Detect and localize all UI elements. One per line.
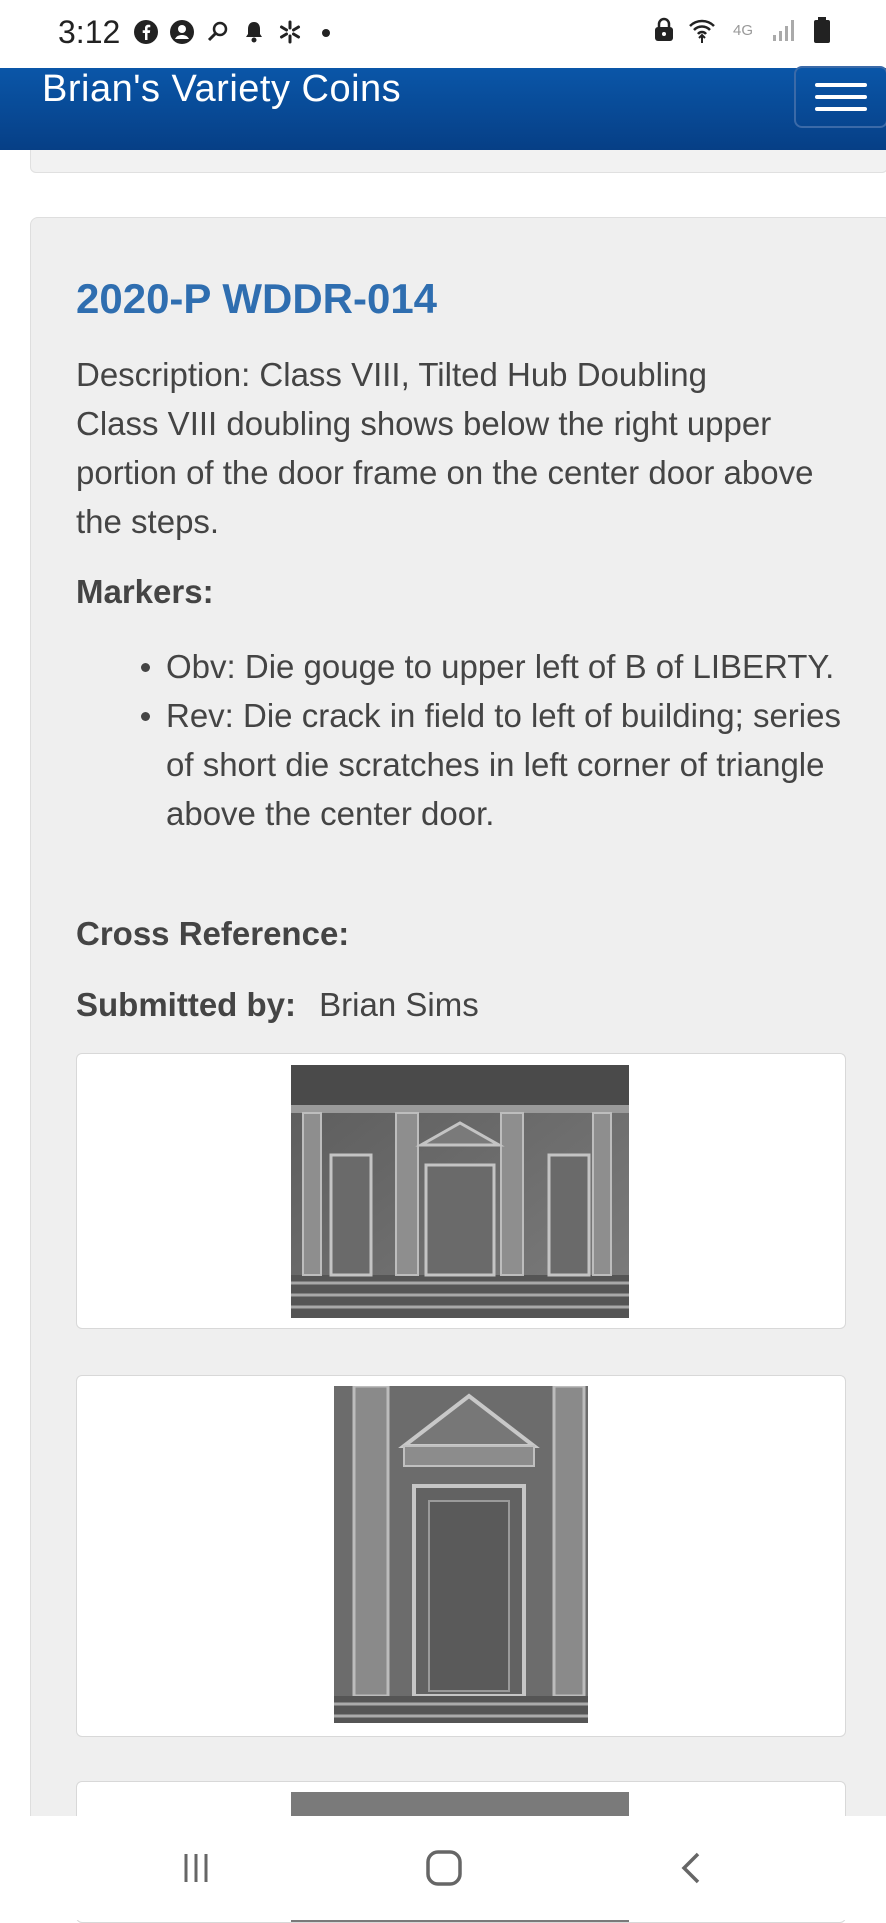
recents-button[interactable] [166, 1846, 226, 1890]
hamburger-menu-button[interactable] [794, 66, 886, 128]
status-icons-left [132, 18, 340, 46]
collapsed-panel [30, 150, 886, 173]
back-button[interactable] [662, 1846, 722, 1890]
description-heading: Description: Class VIII, Tilted Hub Doub… [76, 356, 707, 393]
bell-icon [240, 18, 268, 46]
image-card-1 [76, 1053, 846, 1329]
network-4g-icon: 4G [732, 21, 753, 39]
status-bar: 3:12 4G [0, 0, 886, 68]
site-brand-link[interactable]: Brian's Variety Coins [42, 68, 401, 111]
android-nav-bar [0, 1816, 886, 1920]
center-door-photo[interactable] [334, 1386, 588, 1723]
signal-icon [770, 16, 798, 44]
status-time: 3:12 [58, 14, 121, 50]
recents-icon [184, 1854, 208, 1882]
hamburger-menu-icon-bar [815, 107, 867, 111]
dot-icon [312, 18, 340, 46]
submitted-label: Submitted by: [76, 986, 296, 1023]
account-icon [168, 18, 196, 46]
search-icon [204, 18, 232, 46]
home-button[interactable] [414, 1846, 474, 1890]
submitted-value: Brian Sims [319, 986, 479, 1023]
description-text: Class VIII doubling shows below the righ… [76, 405, 814, 540]
reverse-building-photo[interactable] [291, 1065, 629, 1318]
variety-description: Description: Class VIII, Tilted Hub Doub… [76, 350, 836, 546]
back-icon [681, 1852, 700, 1884]
home-icon [426, 1850, 462, 1886]
variety-title: 2020-P WDDR-014 [76, 275, 438, 322]
battery-icon [808, 16, 836, 44]
wifi-icon [688, 16, 716, 44]
lock-icon [650, 16, 678, 44]
marker-item-obv: Obv: Die gouge to upper left of B of LIB… [76, 642, 856, 691]
hamburger-menu-icon-bar [815, 95, 867, 99]
facebook-icon [132, 18, 160, 46]
cross-reference-label: Cross Reference: [76, 915, 350, 952]
walmart-icon [276, 18, 304, 46]
markers-label: Markers: [76, 573, 214, 610]
site-navbar: Brian's Variety Coins [0, 66, 886, 150]
markers-list: Obv: Die gouge to upper left of B of LIB… [76, 642, 856, 838]
image-card-2 [76, 1375, 846, 1737]
hamburger-menu-icon [815, 83, 867, 87]
marker-item-rev: Rev: Die crack in field to left of build… [76, 691, 856, 838]
status-icons-right: 4G [650, 16, 836, 44]
submitted-by: Submitted by: Brian Sims [76, 986, 479, 1024]
